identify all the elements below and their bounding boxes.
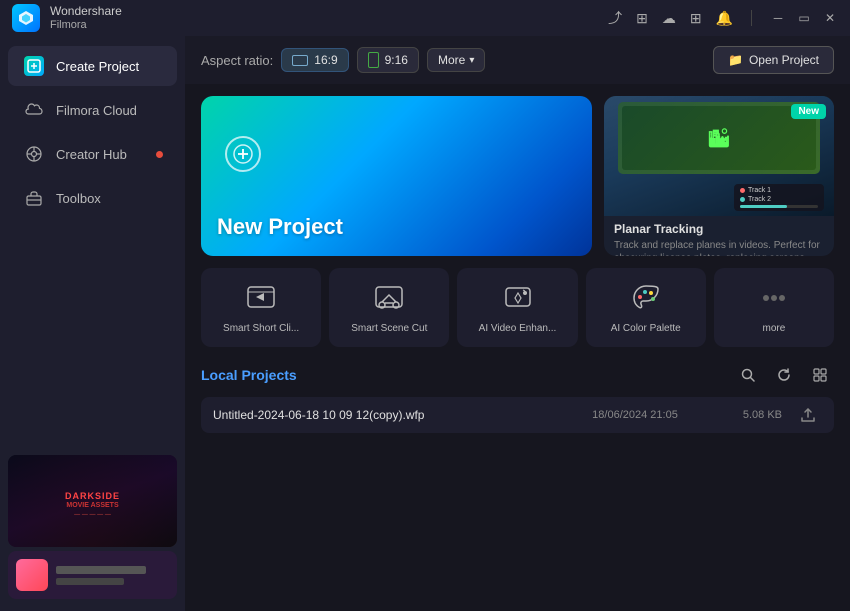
grid-icon[interactable]: ⊞ (690, 10, 702, 27)
ratio-16-9-button[interactable]: 16:9 (281, 48, 348, 72)
feature-card-description: Track and replace planes in videos. Perf… (614, 239, 824, 256)
notification-dot (156, 151, 163, 158)
feature-card[interactable]: 🏙 Track 1 Track 2 (604, 96, 834, 256)
create-project-icon (24, 56, 44, 76)
more-tools-icon (756, 280, 792, 316)
search-projects-button[interactable] (734, 361, 762, 389)
sidebar-label-filmora-cloud: Filmora Cloud (56, 103, 137, 118)
feature-card-image: 🏙 Track 1 Track 2 (604, 96, 834, 216)
clipboard-icon[interactable]: ⊞ (636, 10, 648, 27)
sidebar-item-creator-hub[interactable]: Creator Hub (8, 134, 177, 174)
app-branding: Wondershare Filmora (12, 4, 122, 32)
projects-area: New Project 🏙 (185, 84, 850, 611)
feature-card-info: Planar Tracking Track and replace planes… (604, 216, 834, 256)
divider (751, 10, 752, 26)
smart-short-clip-icon (243, 280, 279, 316)
sidebar-panels: DARKSIDE MOVIE ASSETS — — — — — (0, 451, 185, 603)
ratio-16-9-icon (292, 55, 308, 66)
more-tools-label: more (763, 322, 786, 335)
sidebar-label-create-project: Create Project (56, 59, 139, 74)
ai-video-enhance-icon (500, 280, 536, 316)
more-button[interactable]: More ▾ (427, 48, 485, 72)
app-name: Wondershare (50, 4, 122, 18)
local-projects-header: Local Projects (201, 361, 834, 389)
content-area: Aspect ratio: 16:9 9:16 More ▾ 📁 Open Pr… (185, 36, 850, 611)
toolbar: Aspect ratio: 16:9 9:16 More ▾ 📁 Open Pr… (185, 36, 850, 84)
view-toggle-button[interactable] (806, 361, 834, 389)
maximize-button[interactable]: ▭ (796, 11, 812, 25)
ai-color-palette-icon (628, 280, 664, 316)
sidebar-panel-2[interactable] (8, 551, 177, 599)
share-icon[interactable]: ⤴ (608, 8, 622, 28)
sidebar-item-filmora-cloud[interactable]: Filmora Cloud (8, 90, 177, 130)
smart-scene-cut-icon (371, 280, 407, 316)
tool-ai-color-palette[interactable]: AI Color Palette (586, 268, 706, 347)
sidebar-item-create-project[interactable]: Create Project (8, 46, 177, 86)
project-name: Untitled-2024-06-18 10 09 12(copy).wfp (213, 408, 558, 422)
ai-video-enhance-label: AI Video Enhan... (479, 322, 557, 335)
new-badge: New (791, 104, 826, 119)
tool-smart-short-clip[interactable]: Smart Short Cli... (201, 268, 321, 347)
minimize-button[interactable]: ─ (770, 11, 786, 25)
open-project-label: Open Project (749, 53, 819, 67)
bell-icon[interactable]: 🔔 (716, 10, 733, 27)
project-date: 18/06/2024 21:05 (570, 409, 700, 421)
sidebar-item-toolbox[interactable]: Toolbox (8, 178, 177, 218)
top-cards: New Project 🏙 (201, 96, 834, 256)
title-bar: Wondershare Filmora ⤴ ⊞ ☁ ⊞ 🔔 ─ ▭ ✕ (0, 0, 850, 36)
folder-icon: 📁 (728, 53, 743, 67)
chevron-down-icon: ▾ (469, 55, 474, 66)
darkside-panel-image: DARKSIDE MOVIE ASSETS — — — — — (8, 455, 177, 547)
main-layout: Create Project Filmora Cloud (0, 36, 850, 611)
project-upload-button[interactable] (794, 407, 822, 423)
open-project-button[interactable]: 📁 Open Project (713, 46, 834, 74)
project-size: 5.08 KB (712, 409, 782, 421)
quick-tools: Smart Short Cli... Smart Scene Cut (201, 268, 834, 347)
tool-smart-scene-cut[interactable]: Smart Scene Cut (329, 268, 449, 347)
tool-ai-video-enhance[interactable]: AI Video Enhan... (457, 268, 577, 347)
sidebar-panel-darkside[interactable]: DARKSIDE MOVIE ASSETS — — — — — (8, 455, 177, 547)
window-controls[interactable]: ─ ▭ ✕ (770, 11, 838, 25)
cloud-icon (24, 100, 44, 120)
ai-color-palette-label: AI Color Palette (611, 322, 681, 335)
new-project-card[interactable]: New Project (201, 96, 592, 256)
title-bar-icons: ⤴ ⊞ ☁ ⊞ 🔔 ─ ▭ ✕ (608, 8, 838, 28)
toolbox-icon (24, 188, 44, 208)
tool-more[interactable]: more (714, 268, 834, 347)
creator-hub-icon (24, 144, 44, 164)
close-button[interactable]: ✕ (822, 11, 838, 25)
ratio-9-16-button[interactable]: 9:16 (357, 47, 419, 73)
feature-card-title: Planar Tracking (614, 222, 824, 236)
sidebar-label-toolbox: Toolbox (56, 191, 101, 206)
project-row[interactable]: Untitled-2024-06-18 10 09 12(copy).wfp 1… (201, 397, 834, 433)
local-projects-actions (734, 361, 834, 389)
more-label: More (438, 53, 465, 67)
panel2-icon (16, 559, 48, 591)
cloud-icon[interactable]: ☁ (662, 10, 676, 27)
aspect-ratio-label: Aspect ratio: (201, 53, 273, 68)
smart-short-clip-label: Smart Short Cli... (223, 322, 299, 335)
ratio-9-16-label: 9:16 (385, 53, 408, 67)
new-project-plus-icon (225, 136, 261, 172)
ratio-9-16-icon (368, 52, 379, 68)
app-logo (12, 4, 40, 32)
panel2-content (8, 551, 177, 599)
new-project-label: New Project (217, 214, 343, 240)
app-subtitle: Filmora (50, 19, 122, 32)
sidebar-label-creator-hub: Creator Hub (56, 147, 127, 162)
local-projects-title: Local Projects (201, 367, 297, 383)
tracking-overlay: Track 1 Track 2 (734, 184, 824, 211)
smart-scene-cut-label: Smart Scene Cut (351, 322, 427, 335)
ratio-16-9-label: 16:9 (314, 53, 337, 67)
refresh-projects-button[interactable] (770, 361, 798, 389)
sidebar: Create Project Filmora Cloud (0, 36, 185, 611)
